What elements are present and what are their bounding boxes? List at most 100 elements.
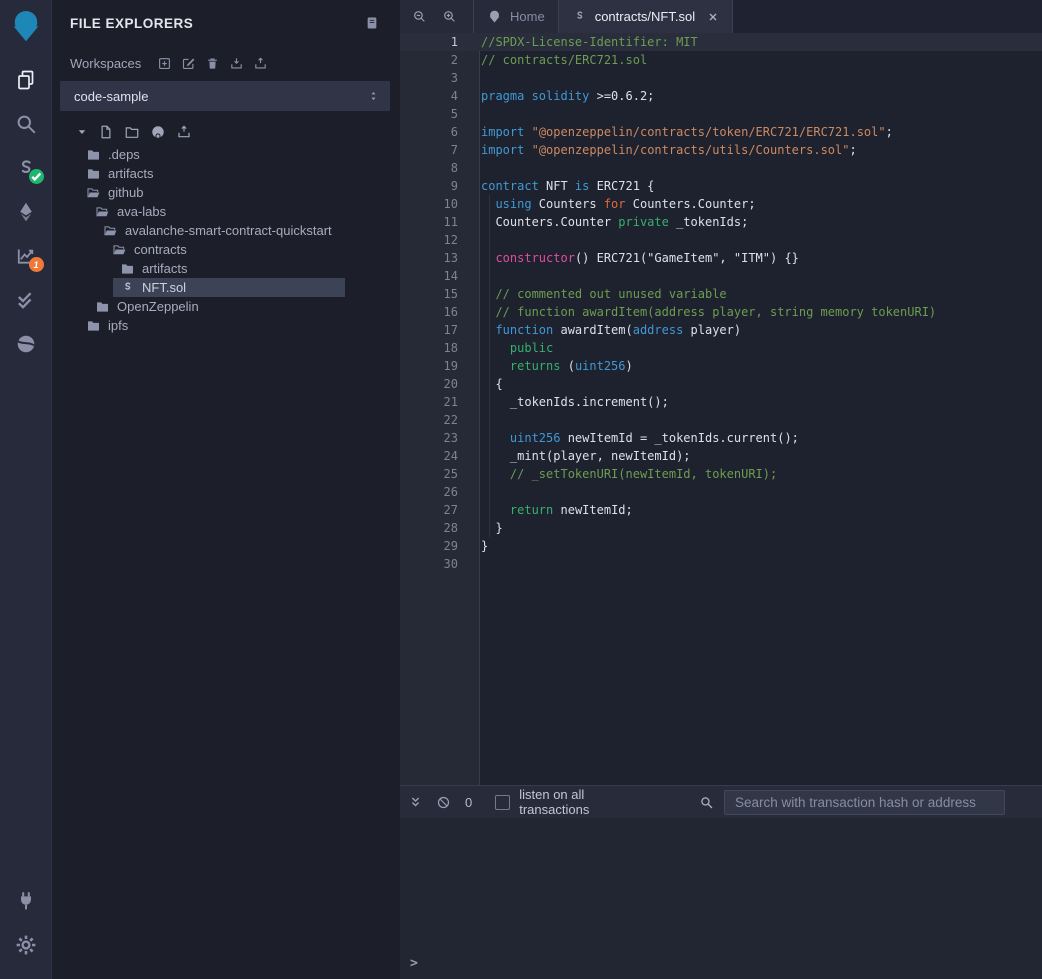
tree-item-label: github [108, 185, 143, 200]
code-line[interactable]: 23 uint256 newItemId = _tokenIds.current… [400, 429, 1042, 447]
tree-item[interactable]: avalanche-smart-contract-quickstart [52, 221, 400, 240]
new-file-icon[interactable] [98, 124, 114, 140]
code-line[interactable]: 3 [400, 69, 1042, 87]
tree-item-label: artifacts [108, 166, 154, 181]
clear-console-ban-icon[interactable] [436, 795, 451, 810]
code-line[interactable]: 1//SPDX-License-Identifier: MIT [400, 33, 1042, 51]
code-line[interactable]: 27 return newItemId; [400, 501, 1042, 519]
terminal-search-input[interactable] [724, 790, 1005, 815]
iconbar-home-logo-icon[interactable] [7, 6, 45, 46]
tree-item[interactable]: artifacts [52, 259, 400, 278]
code-line[interactable]: 6import "@openzeppelin/contracts/token/E… [400, 123, 1042, 141]
iconbar-plugin-manager-icon[interactable] [14, 889, 38, 913]
iconbar-file-explorers-icon[interactable] [14, 68, 38, 92]
code-line[interactable]: 19 returns (uint256) [400, 357, 1042, 375]
workspace-select[interactable]: code-sample [60, 81, 390, 111]
iconbar-search-icon[interactable] [14, 112, 38, 136]
workspace-download-icon[interactable] [229, 56, 244, 71]
code-line[interactable]: 4pragma solidity >=0.6.2; [400, 87, 1042, 105]
new-folder-icon[interactable] [124, 124, 140, 140]
tree-item[interactable]: github [52, 183, 400, 202]
line-number: 29 [400, 539, 458, 553]
folder-icon [95, 299, 110, 314]
code-text: Counters.Counter private _tokenIds; [481, 215, 748, 229]
tree-item-label: OpenZeppelin [117, 299, 199, 314]
code-line[interactable]: 15 // commented out unused variable [400, 285, 1042, 303]
iconbar-analytics-icon[interactable]: 1 [14, 244, 38, 268]
iconbar-settings-icon[interactable] [14, 933, 38, 957]
tree-item-selected[interactable]: NFT.sol [52, 278, 400, 297]
zoom-in-button[interactable] [442, 9, 457, 24]
code-line[interactable]: 10 using Counters for Counters.Counter; [400, 195, 1042, 213]
code-line[interactable]: 24 _mint(player, newItemId); [400, 447, 1042, 465]
tree-item[interactable]: ava-labs [52, 202, 400, 221]
code-line[interactable]: 14 [400, 267, 1042, 285]
clone-github-icon[interactable] [150, 124, 166, 140]
line-number: 20 [400, 377, 458, 391]
code-line[interactable]: 13 constructor() ERC721("GameItem", "ITM… [400, 249, 1042, 267]
tree-toolbar [52, 111, 400, 145]
code-line[interactable]: 5 [400, 105, 1042, 123]
code-line[interactable]: 25 // _setTokenURI(newItemId, tokenURI); [400, 465, 1042, 483]
code-line[interactable]: 17 function awardItem(address player) [400, 321, 1042, 339]
code-line[interactable]: 21 _tokenIds.increment(); [400, 393, 1042, 411]
code-line[interactable]: 22 [400, 411, 1042, 429]
line-number: 25 [400, 467, 458, 481]
iconbar-sphere-plugin-icon[interactable] [14, 332, 38, 356]
terminal-prompt[interactable]: > [410, 956, 418, 971]
tree-item[interactable]: .deps [52, 145, 400, 164]
code-line[interactable]: 8 [400, 159, 1042, 177]
workspace-create-icon[interactable] [157, 56, 172, 71]
folder-icon [86, 166, 101, 181]
tree-item[interactable]: artifacts [52, 164, 400, 183]
code-line[interactable]: 28 } [400, 519, 1042, 537]
tab-contracts-nft-sol[interactable]: contracts/NFT.sol [559, 0, 733, 33]
code-line[interactable]: 9contract NFT is ERC721 { [400, 177, 1042, 195]
documentation-book-icon[interactable] [364, 15, 380, 31]
editor-zoom-controls [400, 0, 474, 33]
code-line[interactable]: 2// contracts/ERC721.sol [400, 51, 1042, 69]
workspace-rename-icon[interactable] [181, 56, 196, 71]
side-panel: FILE EXPLORERS Workspaces code-sample .d… [52, 0, 400, 979]
code-editor[interactable]: 1//SPDX-License-Identifier: MIT2// contr… [400, 33, 1042, 785]
iconbar-deploy-run-icon[interactable] [14, 200, 38, 224]
tab-strip: Homecontracts/NFT.sol [400, 0, 1042, 33]
tab-home[interactable]: Home [474, 0, 559, 33]
terminal[interactable]: > [400, 818, 1042, 979]
code-text: } [481, 521, 503, 535]
code-text: { [481, 377, 503, 391]
code-line[interactable]: 26 [400, 483, 1042, 501]
line-number: 26 [400, 485, 458, 499]
code-text: // contracts/ERC721.sol [481, 53, 647, 67]
listen-transactions-checkbox[interactable] [495, 795, 510, 810]
iconbar-solidity-compiler-icon[interactable] [14, 156, 38, 180]
code-line[interactable]: 12 [400, 231, 1042, 249]
code-line[interactable]: 16 // function awardItem(address player,… [400, 303, 1042, 321]
code-line[interactable]: 20 { [400, 375, 1042, 393]
code-text: import "@openzeppelin/contracts/utils/Co… [481, 143, 857, 157]
code-line[interactable]: 11 Counters.Counter private _tokenIds; [400, 213, 1042, 231]
tree-item[interactable]: ipfs [52, 316, 400, 335]
tree-item[interactable]: OpenZeppelin [52, 297, 400, 316]
code-text: function awardItem(address player) [481, 323, 741, 337]
code-line[interactable]: 30 [400, 555, 1042, 573]
upload-file-icon[interactable] [176, 124, 192, 140]
line-number: 28 [400, 521, 458, 535]
panel-header: FILE EXPLORERS [52, 0, 400, 31]
workspace-delete-icon[interactable] [205, 56, 220, 71]
expand-terminal-chevrons-icon[interactable] [408, 795, 423, 810]
tree-item-label: contracts [134, 242, 187, 257]
code-line[interactable]: 18 public [400, 339, 1042, 357]
iconbar-checks-icon[interactable] [14, 288, 38, 312]
code-line[interactable]: 29} [400, 537, 1042, 555]
workspace-restore-icon[interactable] [253, 56, 268, 71]
line-number: 5 [400, 107, 458, 121]
zoom-out-button[interactable] [412, 9, 427, 24]
expand-caret-icon[interactable] [76, 126, 88, 138]
code-line[interactable]: 7import "@openzeppelin/contracts/utils/C… [400, 141, 1042, 159]
line-number: 24 [400, 449, 458, 463]
folder-open-icon [112, 242, 127, 257]
close-icon[interactable] [707, 11, 719, 23]
tree-item[interactable]: contracts [52, 240, 400, 259]
code-text: _tokenIds.increment(); [481, 395, 669, 409]
